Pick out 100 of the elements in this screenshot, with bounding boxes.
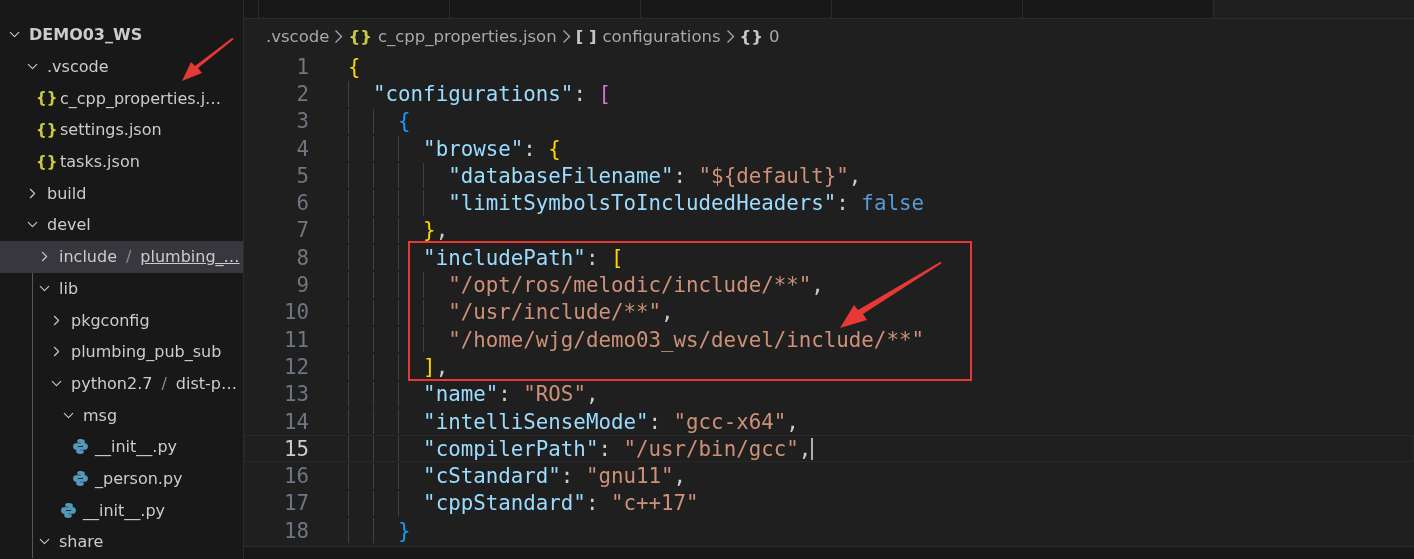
code-token: : <box>573 81 587 106</box>
line-number: 18 <box>282 518 310 543</box>
line-number: 14 <box>282 409 310 434</box>
line-number: 1 <box>295 54 310 79</box>
line-number: 2 <box>295 81 310 106</box>
code-token: "intelliSenseMode" <box>422 409 649 434</box>
code-token: : <box>523 136 537 161</box>
code-token: "/opt/ros/melodic/include/**" <box>447 273 812 297</box>
path-separator: / <box>161 373 167 393</box>
folder-item[interactable]: build <box>0 177 243 210</box>
line-number: 17 <box>282 491 310 516</box>
code-token: : <box>560 464 575 489</box>
line-number: 11 <box>282 327 310 352</box>
bracket: } <box>422 218 436 243</box>
bracket: ] <box>422 354 436 379</box>
folder-item[interactable]: plumbing_pub_sub <box>0 335 243 368</box>
file-item[interactable]: {} settings.json <box>0 114 243 146</box>
bracket: [ <box>598 81 611 106</box>
breadcrumb-item[interactable]: c_cpp_properties.json <box>377 26 557 46</box>
python-icon <box>72 438 89 456</box>
braces-icon: {} <box>348 26 372 46</box>
breadcrumb-item[interactable]: .vscode <box>266 26 330 46</box>
line-number: 16 <box>282 464 310 489</box>
code-token: : <box>836 191 850 216</box>
file-item[interactable]: __init__.py <box>0 494 243 526</box>
bracket: { <box>548 136 561 161</box>
code-token: "compilerPath" <box>422 436 599 461</box>
code-token: "includePath" <box>422 245 586 270</box>
file-item[interactable]: {} c_cpp_properties.j… <box>0 82 243 115</box>
folder-item[interactable]: lib <box>0 272 243 305</box>
line-number: 10 <box>282 300 310 325</box>
folder-item[interactable]: share <box>0 526 243 558</box>
code-token: , <box>435 218 449 243</box>
code-token: , <box>811 273 824 297</box>
bracket: } <box>397 518 411 543</box>
chevron-right-icon <box>335 29 343 43</box>
bracket: [ <box>610 245 624 270</box>
code-token: "/usr/include/**" <box>447 300 662 325</box>
bracket: { <box>348 54 361 79</box>
code-token: , <box>786 409 799 434</box>
folder-item[interactable]: pkgconfig <box>0 304 243 336</box>
code-token: "cStandard" <box>422 464 561 489</box>
line-number: 4 <box>295 136 310 161</box>
folder-item[interactable]: DEMO03_WS <box>0 19 243 51</box>
code-token: : <box>673 163 688 188</box>
python-icon <box>72 469 89 487</box>
python-icon <box>60 501 77 519</box>
code-token: , <box>585 382 599 407</box>
code-token: false <box>861 191 924 216</box>
code-token: : <box>498 382 512 407</box>
folder-item[interactable]: devel <box>0 209 243 241</box>
line-number: 15 <box>282 436 310 461</box>
folder-item[interactable]: .vscode <box>0 50 243 83</box>
code-token: "gcc-x64" <box>673 409 787 434</box>
code-token: "${default}" <box>698 163 849 188</box>
file-item[interactable]: {} tasks.json <box>0 145 243 178</box>
text-cursor <box>811 437 814 460</box>
code-token: "c++17" <box>610 491 699 516</box>
code-token: , <box>661 300 674 325</box>
line-number: 3 <box>295 109 310 134</box>
folder-item[interactable]: python2.7 / dist-p… <box>0 367 243 400</box>
code-token: "/home/wjg/demo03_ws/devel/include/**" <box>447 327 924 352</box>
code-token: , <box>673 464 687 489</box>
chevron-right-icon <box>726 29 734 43</box>
line-number: 5 <box>295 163 310 188</box>
code-token: "/usr/bin/gcc" <box>623 436 799 461</box>
line-number: 9 <box>295 273 310 297</box>
code-token: , <box>848 163 862 188</box>
folder-item[interactable]: msg <box>0 399 243 431</box>
code-token: "databaseFilename" <box>447 163 674 188</box>
line-number: 8 <box>295 245 310 270</box>
line-number: 13 <box>282 382 310 407</box>
breadcrumb-item[interactable]: configurations <box>602 26 721 46</box>
code-token: "ROS" <box>523 382 586 407</box>
path-separator: / <box>125 247 132 267</box>
code-token: "browse" <box>422 136 524 161</box>
annotation-arrow <box>180 38 235 83</box>
code-token: "name" <box>422 382 499 407</box>
code-token: , <box>435 354 449 379</box>
code-token: : <box>585 491 600 516</box>
line-number: 12 <box>282 354 310 379</box>
line-number: 6 <box>295 191 310 216</box>
code-token: : <box>598 436 612 461</box>
breadcrumb-item[interactable]: 0 <box>769 26 780 46</box>
code-token: "cppStandard" <box>422 491 586 516</box>
bracket: { <box>397 109 411 134</box>
braces-icon: {} <box>36 120 54 139</box>
braces-icon: {} <box>36 89 54 108</box>
code-token: "gnu11" <box>585 464 674 489</box>
file-item[interactable]: __init__.py <box>0 430 243 463</box>
chevron-right-icon <box>562 29 570 43</box>
code-token: : <box>585 245 600 270</box>
braces-icon: {} <box>36 152 54 171</box>
file-item[interactable]: _person.py <box>0 462 243 495</box>
code-token: , <box>798 436 812 461</box>
braces-icon: {} <box>739 26 764 46</box>
folder-item[interactable]: include / plumbing_… <box>0 240 243 273</box>
code-token: "limitSymbolsToIncludedHeaders" <box>447 191 837 216</box>
brackets-icon: [ ] <box>575 26 597 46</box>
line-number: 7 <box>295 218 310 243</box>
